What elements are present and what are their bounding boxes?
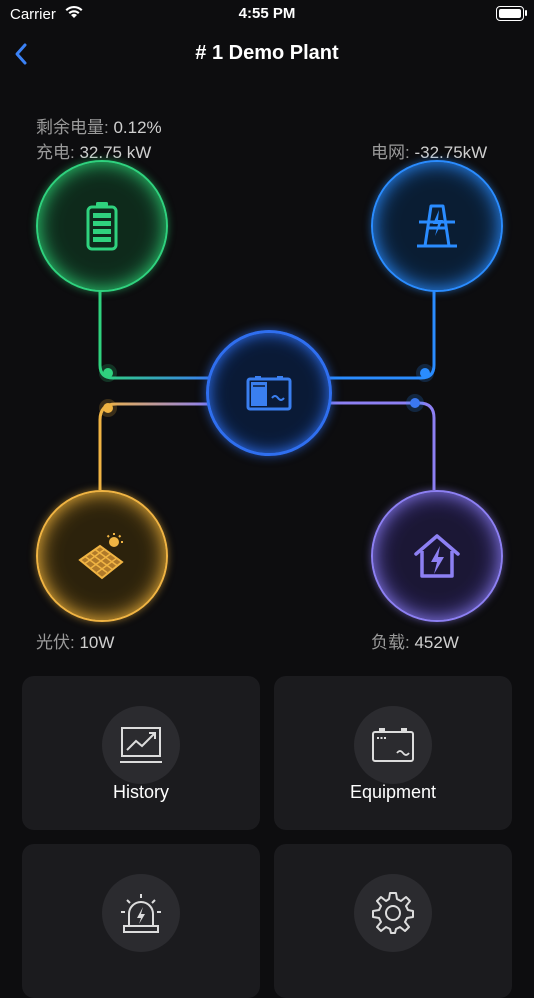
grid-flow-line <box>322 290 436 380</box>
battery-charge-value: 32.75 kW <box>79 143 152 162</box>
alarm-icon <box>121 894 161 933</box>
power-tower-icon <box>417 204 457 248</box>
load-power-value: 452W <box>414 633 459 652</box>
equipment-label: Equipment <box>349 782 437 802</box>
home-power-icon <box>414 534 460 578</box>
gear-icon <box>372 892 414 934</box>
grid-power-label: 电网: -32.75kW <box>371 143 488 162</box>
pv-flow-line <box>98 402 210 490</box>
alarm-card[interactable] <box>22 844 260 998</box>
battery-node[interactable] <box>36 160 168 292</box>
battery-soc-value: 0.12% <box>113 118 162 137</box>
battery-flow-line <box>98 290 210 380</box>
battery-charge-label: 充电: 32.75 kW <box>36 143 152 162</box>
inverter-icon <box>246 376 292 411</box>
inverter-node[interactable] <box>206 330 332 456</box>
load-flow-line <box>322 401 436 490</box>
grid-node[interactable] <box>371 160 503 292</box>
history-card[interactable]: History <box>22 676 260 830</box>
equipment-card[interactable]: Equipment <box>274 676 512 830</box>
inverter-icon <box>372 728 414 762</box>
pv-power-label: 光伏: 10W <box>36 633 115 652</box>
chart-icon <box>120 727 162 763</box>
settings-card[interactable] <box>274 844 512 998</box>
pv-power-value: 10W <box>79 633 115 652</box>
solar-panel-icon <box>78 533 124 580</box>
grid-power-value: -32.75kW <box>414 143 488 162</box>
load-power-label: 负载: 452W <box>371 633 459 652</box>
load-node[interactable] <box>371 490 503 622</box>
history-label: History <box>112 782 169 802</box>
battery-icon <box>86 202 118 251</box>
battery-soc-label: 剩余电量: 0.12% <box>36 118 162 137</box>
pv-node[interactable] <box>36 490 168 622</box>
